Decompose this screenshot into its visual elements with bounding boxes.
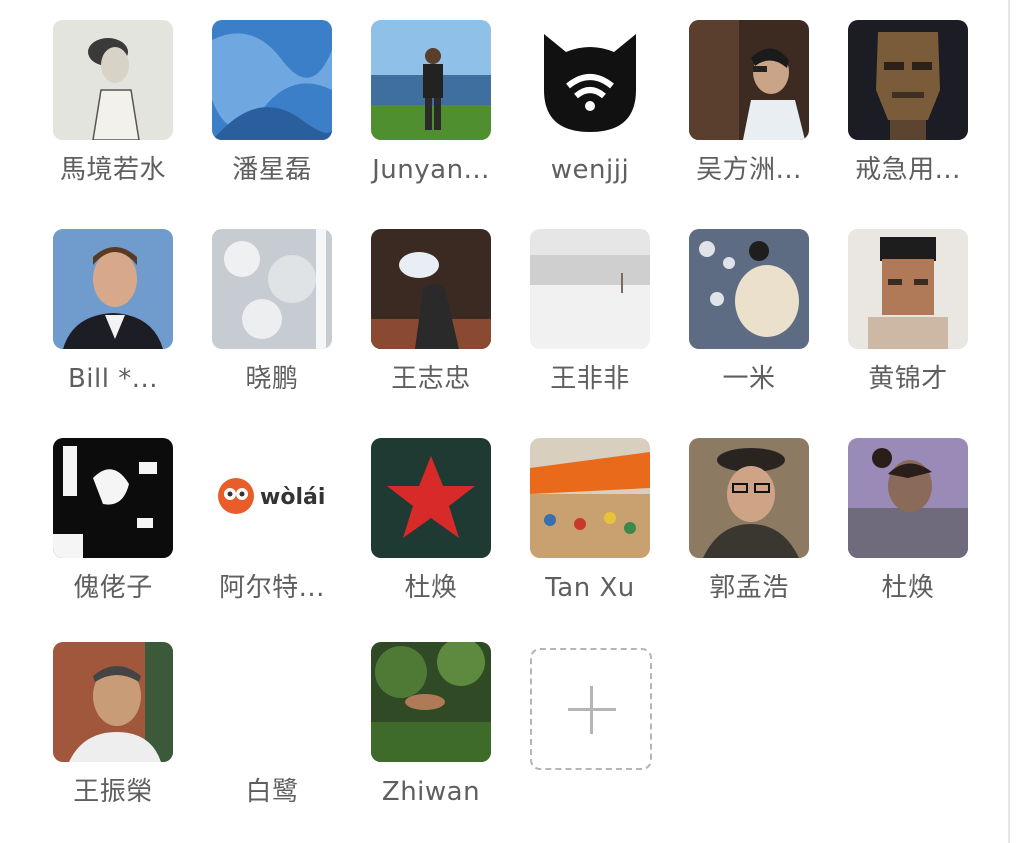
member-name: 傀佬子 — [73, 573, 153, 603]
member-name: 戒急用... — [855, 155, 961, 185]
member-item[interactable]: Tan Xu — [515, 438, 665, 628]
member-item[interactable]: 王振榮 — [38, 642, 188, 832]
member-item[interactable]: Bill *... — [38, 229, 188, 419]
figure-balloon-avatar[interactable] — [371, 229, 491, 349]
member-name: 吴方洲... — [696, 155, 802, 185]
snow-yard-avatar[interactable] — [530, 229, 650, 349]
member-item[interactable]: 黄锦才 — [833, 229, 983, 419]
market-tent-avatar[interactable] — [530, 438, 650, 558]
member-name: 杜焕 — [881, 573, 935, 603]
member-item[interactable]: 杜焕 — [356, 438, 506, 628]
member-item[interactable]: 晓鹏 — [197, 229, 347, 419]
old-man-hat-avatar[interactable] — [689, 438, 809, 558]
wolai-logo-avatar[interactable]: wòlái — [212, 438, 332, 558]
portrait-sketch-avatar[interactable] — [53, 20, 173, 140]
member-item[interactable]: 馬境若水 — [38, 20, 188, 210]
member-item[interactable]: wenjjj — [515, 20, 665, 210]
member-name: wenjjj — [550, 155, 630, 185]
member-item[interactable]: 杜焕 — [833, 438, 983, 628]
member-item[interactable]: 潘星磊 — [197, 20, 347, 210]
member-name: 晓鹏 — [245, 364, 299, 394]
profile-glasses-avatar[interactable] — [689, 20, 809, 140]
member-item[interactable]: 戒急用... — [833, 20, 983, 210]
member-name: Bill *... — [67, 364, 159, 394]
member-name: Junyan... — [372, 155, 490, 185]
member-name: 馬境若水 — [59, 155, 166, 185]
member-name: 王振榮 — [73, 777, 153, 807]
pixelated-face-avatar[interactable] — [848, 229, 968, 349]
member-item[interactable]: 王志忠 — [356, 229, 506, 419]
member-name: 黄锦才 — [868, 364, 948, 394]
member-item[interactable]: 一米 — [674, 229, 824, 419]
blank-avatar[interactable] — [212, 642, 332, 762]
member-name: 潘星磊 — [232, 155, 312, 185]
seaside-man-avatar[interactable] — [371, 20, 491, 140]
blue-fabric-avatar[interactable] — [212, 20, 332, 140]
plus-icon-vertical — [590, 686, 593, 734]
member-name: 杜焕 — [404, 573, 458, 603]
greenery-avatar[interactable] — [371, 642, 491, 762]
member-item[interactable]: 郭孟浩 — [674, 438, 824, 628]
member-item[interactable]: wòlái 阿尔特... — [197, 438, 347, 628]
member-item[interactable]: 王非非 — [515, 229, 665, 419]
member-name: 王志忠 — [391, 364, 471, 394]
member-name: 阿尔特... — [219, 573, 325, 603]
group-member-grid: 馬境若水 潘星磊 Junyan... wenjjj 吴方洲... 戒急用... — [0, 0, 1024, 843]
wolai-logo-text: wòlái — [260, 485, 325, 510]
old-man-brick-avatar[interactable] — [53, 642, 173, 762]
member-name: 郭孟浩 — [709, 573, 789, 603]
person-sitting-avatar[interactable] — [689, 229, 809, 349]
member-item[interactable]: Zhiwan — [356, 642, 506, 832]
member-item[interactable]: 吴方洲... — [674, 20, 824, 210]
cat-wifi-logo-avatar[interactable] — [530, 20, 650, 140]
bronze-mask-avatar[interactable] — [848, 20, 968, 140]
member-item[interactable]: 傀佬子 — [38, 438, 188, 628]
black-white-avatar[interactable] — [53, 438, 173, 558]
member-name: 王非非 — [550, 364, 630, 394]
member-item[interactable]: Junyan... — [356, 20, 506, 210]
woman-profile-avatar[interactable] — [848, 438, 968, 558]
member-name: 一米 — [722, 364, 776, 394]
member-name: Zhiwan — [381, 777, 481, 807]
member-name: 白鹭 — [245, 777, 299, 807]
man-portrait-avatar[interactable] — [53, 229, 173, 349]
member-item[interactable]: 白鹭 — [197, 642, 347, 832]
add-member-button[interactable] — [530, 648, 652, 770]
red-star-avatar[interactable] — [371, 438, 491, 558]
scrollbar-track[interactable] — [1008, 0, 1024, 843]
member-name: Tan Xu — [545, 573, 635, 603]
bright-texture-avatar[interactable] — [212, 229, 332, 349]
